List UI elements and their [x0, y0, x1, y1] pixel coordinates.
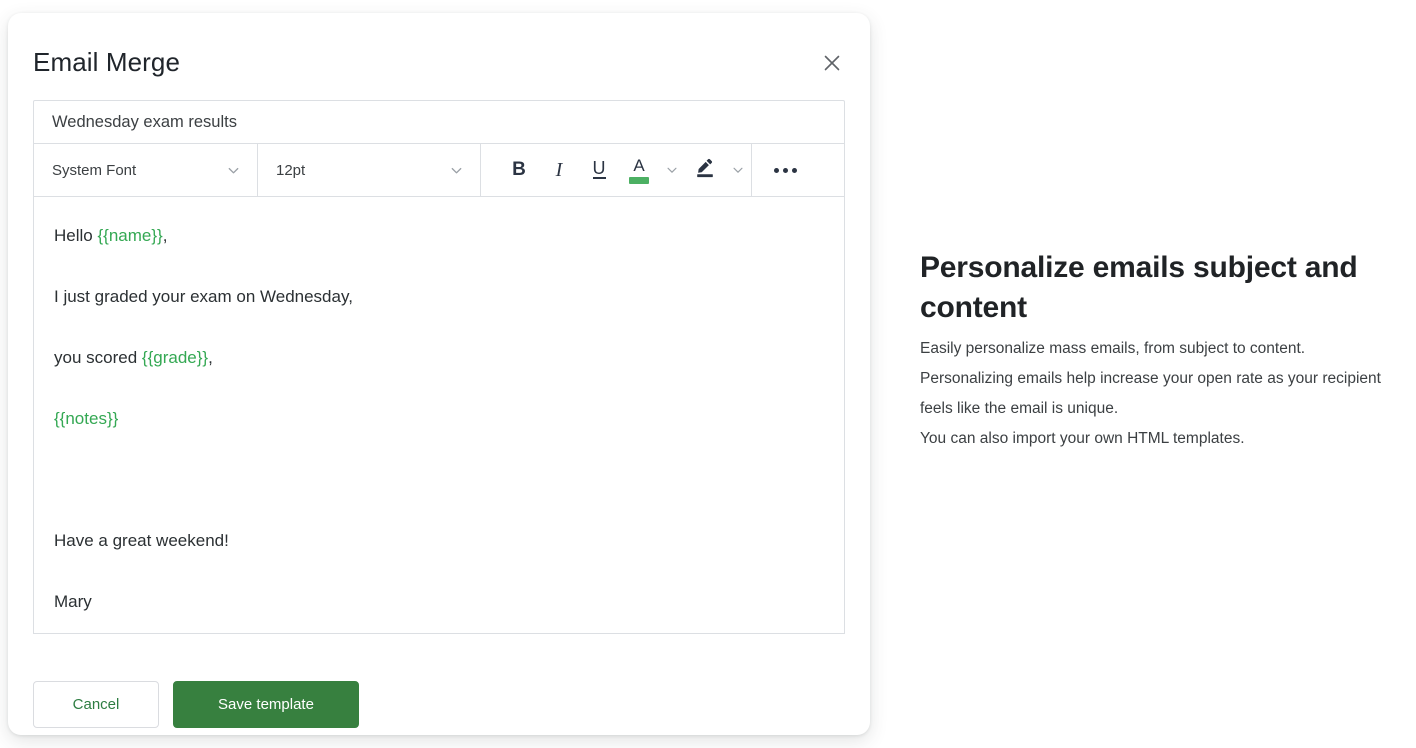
save-template-button[interactable]: Save template [173, 681, 359, 728]
dot [792, 167, 797, 173]
more-options-icon[interactable] [766, 151, 805, 189]
toolbar-group-more [752, 144, 844, 196]
editor-line: I just graded your exam on Wednesday, [54, 286, 824, 308]
merge-tag: {{grade}} [141, 348, 209, 367]
toolbar-group-font: System Font [34, 144, 258, 196]
info-panel-title: Personalize emails subject and content [920, 251, 1358, 324]
chevron-down-icon [665, 163, 679, 177]
text-color-dropdown-button[interactable] [659, 151, 685, 189]
info-paragraph: You can also import your own HTML templa… [920, 430, 1245, 447]
font-family-value: System Font [52, 161, 137, 179]
dialog-header: Email Merge [8, 13, 870, 93]
editor-text: Mary [54, 592, 92, 611]
info-paragraph: Personalizing emails help increase your … [920, 370, 1381, 417]
bold-label: B [512, 159, 526, 180]
info-panel: Personalize emails subject and content E… [920, 248, 1398, 454]
dot [783, 167, 788, 173]
highlighter-icon [693, 156, 717, 185]
chevron-down-icon [226, 163, 241, 178]
editor-text: I just graded your exam on Wednesday, [54, 287, 353, 306]
cancel-button[interactable]: Cancel [33, 681, 159, 728]
email-composer: System Font 12pt B [33, 100, 845, 634]
page-title: Email Merge [33, 47, 181, 77]
bold-button[interactable]: B [499, 151, 539, 189]
editor-text: , [208, 348, 213, 367]
font-family-select[interactable]: System Font [34, 144, 257, 196]
dot [774, 167, 779, 173]
editor-text: Hello [54, 226, 98, 245]
toolbar-group-format: B I U A [481, 144, 752, 196]
editor-line: Mary [54, 591, 824, 613]
italic-label: I [555, 158, 563, 181]
underline-button[interactable]: U [579, 151, 619, 189]
merge-tag: {{notes}} [54, 409, 119, 428]
editor-line: Hello {{name}}, [54, 225, 824, 247]
editor-text: Have a great weekend! [54, 531, 229, 550]
font-size-select[interactable]: 12pt [258, 144, 480, 196]
subject-input[interactable] [34, 112, 844, 132]
editor-toolbar: System Font 12pt B I U A [33, 143, 845, 196]
text-color-button[interactable]: A [619, 151, 659, 189]
merge-tag: {{name}} [97, 226, 163, 245]
editor-line: {{notes}} [54, 408, 824, 430]
toolbar-group-size: 12pt [258, 144, 481, 196]
subject-row [33, 100, 845, 143]
info-paragraph: Easily personalize mass emails, from sub… [920, 340, 1306, 357]
editor-text: , [162, 226, 168, 245]
close-icon[interactable] [820, 51, 844, 75]
info-panel-body: Easily personalize mass emails, from sub… [920, 334, 1398, 454]
underline-label: U [592, 158, 606, 179]
chevron-down-icon [731, 163, 745, 177]
text-color-label: A [633, 155, 645, 175]
email-body-editor[interactable]: Hello {{name}}, I just graded your exam o… [33, 196, 845, 634]
italic-button[interactable]: I [539, 151, 579, 189]
email-merge-dialog: Email Merge System Font [8, 13, 870, 735]
editor-text: you scored [54, 348, 142, 367]
editor-line: you scored {{grade}}, [54, 347, 824, 369]
highlight-button[interactable] [685, 151, 725, 189]
editor-line: Have a great weekend! [54, 530, 824, 552]
chevron-down-icon [449, 163, 464, 178]
text-color-swatch [629, 176, 649, 184]
dialog-footer: Cancel Save template [33, 681, 359, 728]
text-color-icon: A [629, 157, 649, 184]
highlight-dropdown-button[interactable] [725, 151, 751, 189]
font-size-value: 12pt [276, 161, 306, 179]
